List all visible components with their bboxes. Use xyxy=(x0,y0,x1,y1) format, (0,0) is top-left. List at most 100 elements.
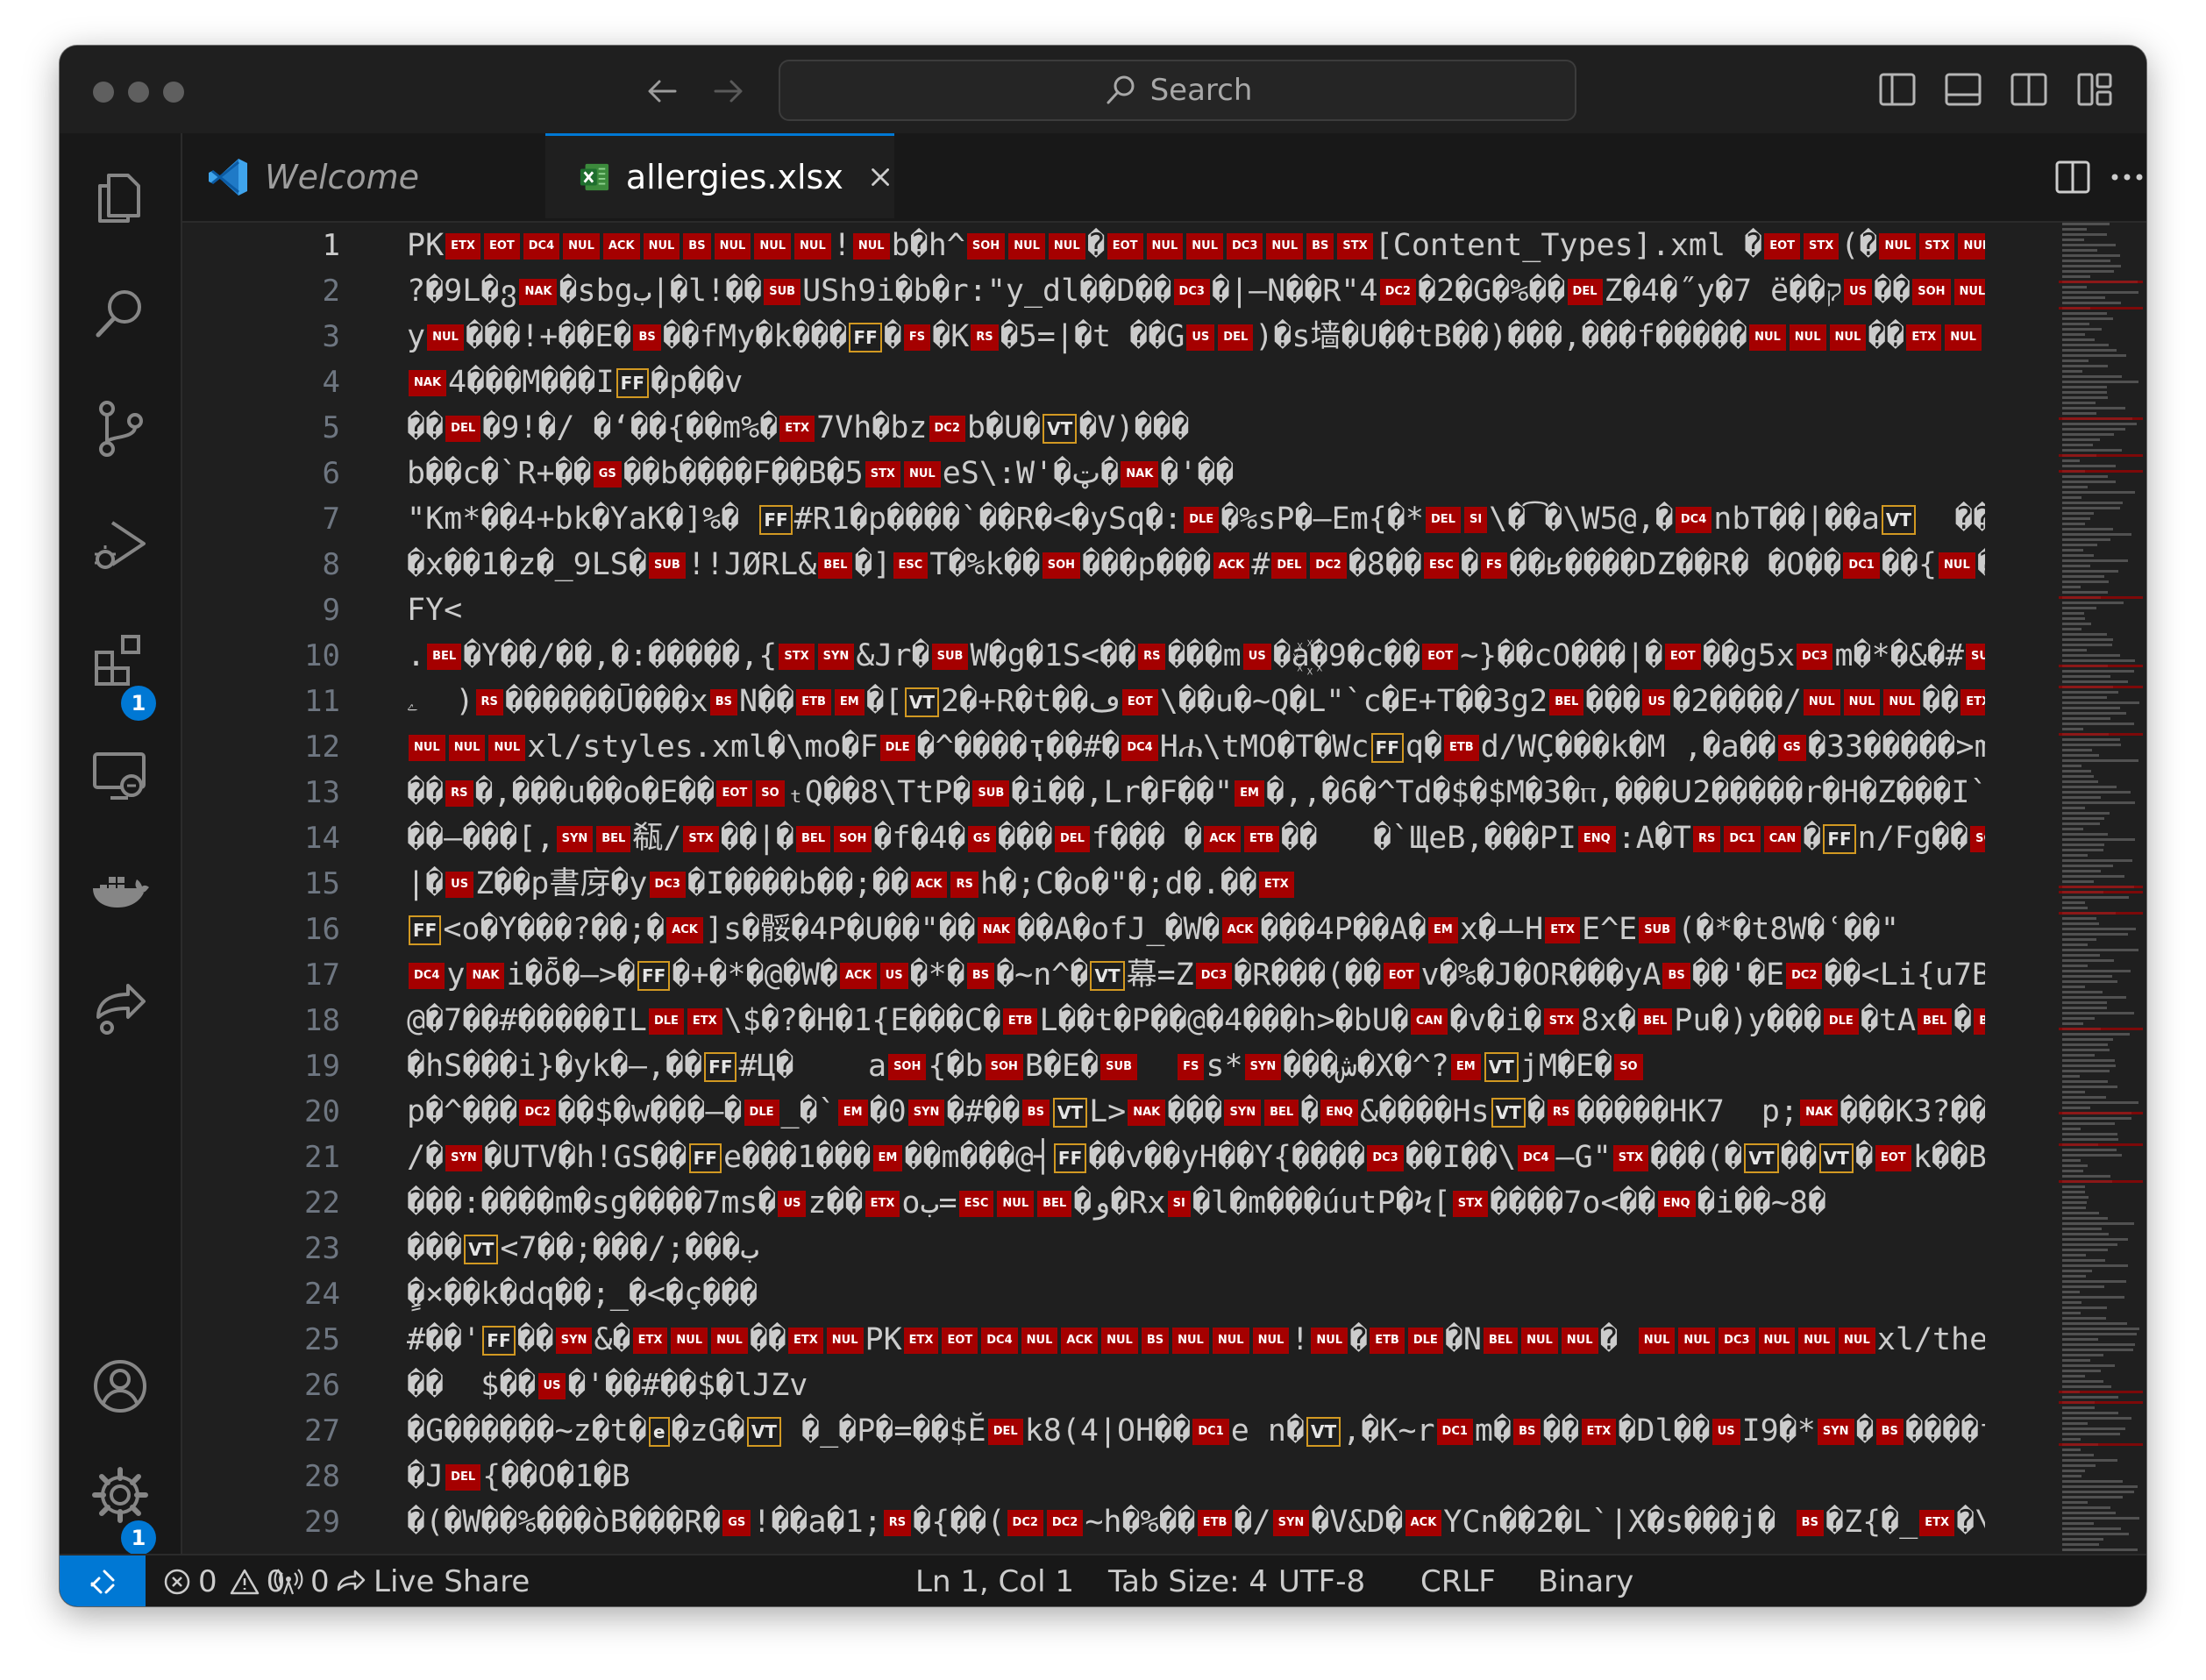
live-share-button[interactable]: Live Share xyxy=(335,1555,530,1606)
control-char-badge: DC2 xyxy=(1310,552,1347,579)
code-line[interactable]: �x��1�z�_9LS� SUB !!JØRL& BEL �] ESC T�%k�� SOH… xyxy=(407,542,1985,587)
control-char-badge: ETB xyxy=(1002,1008,1038,1035)
line-number: 16 xyxy=(304,912,340,947)
code-line[interactable]: NUL NUL NUL xl/styles.xml�\mo�F DLE �^����ҭ��… xyxy=(407,724,1985,770)
minimap-line xyxy=(2062,580,2110,583)
code-text: ��m���@┤ xyxy=(904,1140,1052,1175)
control-char-badge: ETB xyxy=(1370,1328,1405,1354)
code-line[interactable]: ��—���[, SYN BEL 瓻/STX ��|� BEL SOH �f�4� GS ��� D… xyxy=(407,815,1985,861)
control-char-badge: ENQ xyxy=(1657,1191,1696,1217)
minimap-line xyxy=(2062,302,2122,304)
docker-icon[interactable] xyxy=(86,858,154,926)
minimap-line xyxy=(2062,933,2129,936)
minimap-line xyxy=(2062,502,2124,504)
code-line[interactable]: /� SYN �UTV�h!GS�� FF e���1��� EM ��m���@┤ FF ��… xyxy=(407,1135,1985,1180)
run-debug-icon[interactable] xyxy=(86,510,154,579)
control-char-badge: ETX xyxy=(687,1008,722,1035)
minimap-line xyxy=(2062,738,2121,741)
code-line[interactable]: �� $�� US �'��#��$�lJZv xyxy=(407,1363,808,1408)
code-line[interactable]: �G������~z�t� e �zG� VT �_�P�=��$Ĕ DEL k8(4|O… xyxy=(407,1408,1985,1454)
remote-explorer-icon[interactable] xyxy=(86,742,154,810)
search-icon[interactable] xyxy=(86,279,154,347)
minimap-line xyxy=(2062,1380,2103,1383)
file-encoding[interactable]: UTF-8 xyxy=(1278,1555,1365,1606)
explorer-icon[interactable] xyxy=(86,163,154,231)
code-line[interactable]: b��c�`R+�� GS ��b����F��B�5 STX NUL eS\:W'�ټ�… xyxy=(407,451,1235,496)
code-line[interactable]: . BEL �Y��/��,�:�����,{STX SYN &Jr� SUB W�g�1S… xyxy=(407,633,1985,679)
tab-allergies-label: allergies.xlsx xyxy=(625,158,843,196)
code-line[interactable]: NAK 4���M���I FF �p��v xyxy=(407,359,743,405)
title-bar: Search xyxy=(60,46,2146,135)
code-text: �2����/ xyxy=(1672,684,1802,719)
command-search-box[interactable]: Search xyxy=(779,60,1576,121)
code-line[interactable]: �� RS �,���u��o�E�� EOT SO ₜQ��8\TtP� SUB �i��,… xyxy=(407,770,1985,815)
tab-welcome[interactable]: Welcome xyxy=(182,133,545,221)
code-line[interactable]: �ٍ×��k�dq��;_�<�ç��� xyxy=(407,1271,758,1317)
binary-editor[interactable]: 1 2 3 4 5 6 7 8 9 10 11 12 13 14 15 16 17 18 19 20 21 22 23 24 2… xyxy=(182,223,2146,1554)
code-line[interactable]: #��' FF �� SYN &� ETX NUL NUL �� ETX NUL PK ETX EOT DC… xyxy=(407,1317,1985,1363)
code-text: �hS���i}�yk�–,�� xyxy=(407,1049,703,1084)
code-line[interactable]: "Km*��4+bk�YaK�]%� FF #R1�p����`��R�<�ySq… xyxy=(407,496,1985,542)
control-char-badge: NUL xyxy=(1789,324,1826,351)
code-text: �'�� xyxy=(1160,456,1235,491)
accounts-icon[interactable] xyxy=(86,1352,154,1420)
code-line[interactable]: ۦ ) RS ������Ū���x BS N�� ETB EM �[VT 2�+R�t��ڡ E… xyxy=(407,679,1985,724)
toggle-panel-icon[interactable] xyxy=(1940,67,1986,112)
minimap-line xyxy=(2062,1385,2112,1388)
ports-indicator[interactable]: 0 xyxy=(274,1555,330,1606)
more-actions-icon[interactable] xyxy=(2104,154,2146,203)
back-arrow-icon[interactable] xyxy=(640,68,686,114)
source-control-icon[interactable] xyxy=(86,395,154,463)
code-line[interactable]: �� DEL �9!�/ �ʻ��{��m%� ETX 7Vh�bz DC2 b�U� VT �… xyxy=(407,405,1190,451)
code-line[interactable]: FF <o�Y���?��;� ACK]s�骽�4P�U��"�� NAK ��A�of… xyxy=(407,907,1899,952)
forward-arrow-icon[interactable] xyxy=(705,68,751,114)
cursor-position[interactable]: Ln 1, Col 1 xyxy=(915,1555,1074,1606)
code-text: 幕=Z xyxy=(1126,957,1194,993)
settings-gear-icon[interactable] xyxy=(86,1461,154,1529)
code-line[interactable]: �(�W��%���òB���R� GS !��a�1; RS �{��(DC2 DC2 ~… xyxy=(407,1499,1985,1545)
code-text: ��|� xyxy=(720,821,794,856)
tab-size[interactable]: Tab Size: 4 xyxy=(1108,1555,1268,1606)
code-line[interactable]: DC4 y NAK i�ȭ�–>� FF �+�*�@�W� ACK US �*� BS �~n^�… xyxy=(407,952,1985,998)
code-line[interactable]: FY< xyxy=(407,587,462,633)
code-line[interactable]: �hS���i}�yk�–,�� FF #Ц� a SOH {�b SOH B�E� SUB … xyxy=(407,1043,1645,1089)
language-mode[interactable]: Binary xyxy=(1538,1555,1633,1606)
code-line[interactable]: ���:����m�sg����7ms� US z�� ETX oو�BELNULESC… xyxy=(407,1180,1826,1226)
toggle-primary-sidebar-icon[interactable] xyxy=(1875,67,1920,112)
code-text: 7Vh�bz xyxy=(816,410,928,445)
customize-layout-icon[interactable] xyxy=(2072,67,2117,112)
extensions-icon[interactable] xyxy=(86,626,154,694)
code-text: �R���(�� xyxy=(1234,957,1382,993)
tab-allergies-xlsx[interactable]: allergies.xlsx xyxy=(545,133,894,218)
control-char-badge: RS xyxy=(475,689,503,715)
toggle-secondary-sidebar-icon[interactable] xyxy=(2006,67,2052,112)
line-number: 5 xyxy=(322,410,340,445)
minimap-line xyxy=(2062,1101,2139,1104)
minimize-window-button[interactable] xyxy=(128,82,149,103)
problems-indicator[interactable]: 0 0 xyxy=(163,1555,285,1606)
minimap-line xyxy=(2062,265,2122,267)
close-tab-icon[interactable] xyxy=(866,162,894,192)
live-share-icon[interactable] xyxy=(86,973,154,1042)
code-line[interactable]: |� US Z��p書庌�y DC3 �I����b��;�� ACK RS h�;C�o�"… xyxy=(407,861,1296,907)
code-line[interactable]: �J DEL {��O�1�B xyxy=(407,1454,630,1499)
minimap-line xyxy=(2062,238,2085,241)
unusual-char-badge: VT xyxy=(1818,1143,1854,1173)
code-area[interactable]: PK ETX EOT DC4 NUL ACK NUL BS NUL NUL NUL! NUL b�h^ S… xyxy=(407,223,1985,1554)
remote-indicator-button[interactable] xyxy=(60,1555,146,1606)
minimap-highlight xyxy=(2059,470,2143,473)
code-line[interactable]: y NUL ���!+��E� BS ��fMy�k��� FF � FS �K RS �5=|�t… xyxy=(407,314,1985,359)
code-line[interactable]: @�7��#�����IL DLE ETX \$�?�H�1{E���C� ETB L��… xyxy=(407,998,1985,1043)
code-line[interactable]: ��� VT <ب���;/���;��7 xyxy=(407,1226,758,1271)
code-line[interactable]: ?�9L�ვ NAK �sbgب|�l!�� SUB USh9i�b�r:"y_dl��… xyxy=(407,268,1985,314)
code-line[interactable]: p�^��� DC2 ��$�w���–� DLE _�` EM �0 SYN �#�� BS VT… xyxy=(407,1089,1985,1135)
control-char-badge: STX xyxy=(779,644,815,670)
control-char-badge: BS xyxy=(1513,1419,1541,1445)
control-char-badge: SO xyxy=(756,780,785,807)
end-of-line[interactable]: CRLF xyxy=(1420,1555,1496,1606)
close-window-button[interactable] xyxy=(93,82,114,103)
minimap[interactable] xyxy=(2059,223,2143,1554)
code-line[interactable]: PK ETX EOT DC4 NUL ACK NUL BS NUL NUL NUL! NUL b�h^ S… xyxy=(407,223,1985,268)
split-editor-icon[interactable] xyxy=(2050,154,2096,203)
maximize-window-button[interactable] xyxy=(163,82,184,103)
